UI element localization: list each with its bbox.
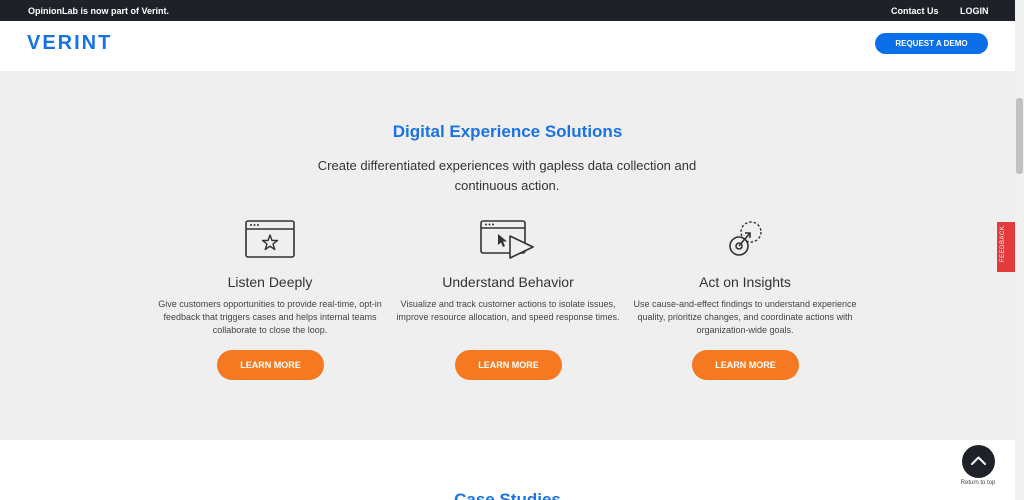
section-subtitle: Create differentiated experiences with g…: [317, 158, 697, 193]
scrollbar-thumb[interactable]: [1016, 98, 1023, 174]
browser-star-icon: [245, 220, 295, 258]
verint-logo[interactable]: VERINT: [27, 32, 112, 55]
announcement-text: OpinionLab is now part of Verint.: [28, 6, 170, 16]
contact-us-link[interactable]: Contact Us: [891, 6, 939, 16]
learn-more-button-listen[interactable]: LEARN MORE: [217, 350, 324, 380]
learn-more-button-understand[interactable]: LEARN MORE: [455, 350, 562, 380]
card-description: Use cause-and-effect findings to underst…: [633, 299, 857, 335]
feedback-label: FEEDBACK: [1000, 225, 1006, 262]
feedback-tab[interactable]: FEEDBACK: [997, 222, 1015, 272]
card-title: Act on Insights: [699, 274, 791, 290]
case-studies-heading: Case Studies: [454, 490, 561, 500]
request-demo-button[interactable]: REQUEST A DEMO: [875, 33, 988, 54]
card-description: Visualize and track customer actions to …: [396, 299, 620, 322]
return-to-top-button[interactable]: [962, 445, 995, 478]
learn-more-button-act[interactable]: LEARN MORE: [692, 350, 799, 380]
card-description: Give customers opportunities to provide …: [158, 299, 382, 335]
section-title: Digital Experience Solutions: [392, 122, 623, 141]
page-scrollbar[interactable]: [1015, 0, 1024, 500]
chevron-up-icon: [971, 456, 986, 465]
target-arrow-icon: [729, 221, 762, 256]
login-link[interactable]: LOGIN: [960, 6, 989, 16]
digital-experience-section: Digital Experience Solutions Create diff…: [0, 71, 1015, 440]
card-title: Listen Deeply: [227, 274, 313, 290]
return-to-top-label: Return to top: [960, 480, 996, 486]
site-header: VERINT REQUEST A DEMO: [0, 21, 1015, 71]
browser-cursor-play-icon: [480, 220, 534, 259]
top-announcement-bar: OpinionLab is now part of Verint. Contac…: [0, 0, 1015, 21]
card-title: Understand Behavior: [442, 274, 574, 290]
